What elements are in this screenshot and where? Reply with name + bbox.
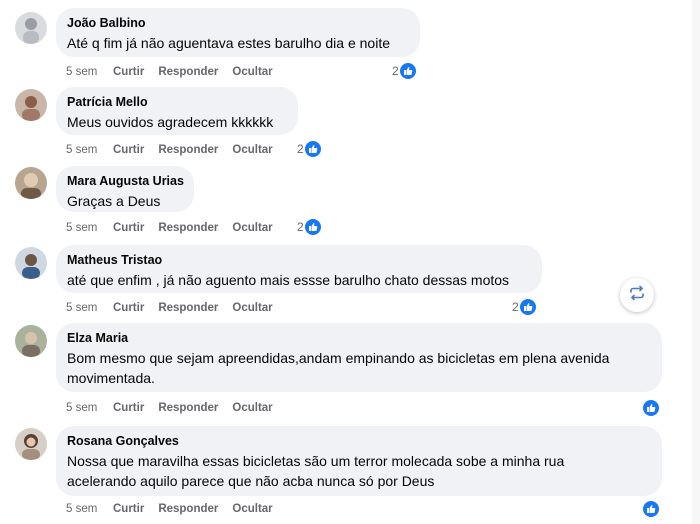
comment-text: Graças a Deus — [67, 193, 161, 209]
reaction-count[interactable]: 2 — [297, 219, 321, 235]
reply-button[interactable]: Responder — [158, 144, 218, 156]
comment-author[interactable]: Mara Augusta Urias — [67, 173, 184, 189]
reaction-count[interactable]: 2 — [512, 299, 536, 315]
comment-text-line: Bom mesmo que sejam apreendidas,andam em… — [67, 350, 610, 366]
comment-actions: 5 sem Curtir Responder Ocultar — [66, 302, 287, 314]
comment-text-line: acelerando aquilo parece que não acba nu… — [67, 473, 435, 489]
comment-text: Bom mesmo que sejam apreendidas,andam em… — [67, 348, 650, 388]
reaction-count[interactable] — [643, 501, 659, 517]
thumbs-up-icon — [304, 219, 321, 235]
like-button[interactable]: Curtir — [113, 222, 144, 234]
comment-text-line: Nossa que maravilha essas bicicletas são… — [67, 453, 565, 469]
hide-button[interactable]: Ocultar — [232, 302, 272, 314]
comment-bubble: Rosana Gonçalves Nossa que maravilha ess… — [56, 426, 662, 496]
comment-author[interactable]: Matheus Tristao — [67, 252, 530, 268]
comment-actions: 5 sem Curtir Responder Ocultar — [66, 222, 287, 234]
page-edge — [692, 0, 700, 524]
comment-bubble: Mara Augusta Urias Graças a Deus — [56, 166, 194, 212]
hide-button[interactable]: Ocultar — [232, 503, 272, 515]
reaction-count[interactable]: 2 — [392, 63, 416, 79]
reply-button[interactable]: Responder — [158, 302, 218, 314]
comment-time[interactable]: 5 sem — [66, 503, 113, 515]
reply-button[interactable]: Responder — [158, 503, 218, 515]
thumbs-up-icon — [399, 63, 416, 79]
avatar[interactable] — [15, 428, 47, 460]
reply-button[interactable]: Responder — [158, 222, 218, 234]
hide-button[interactable]: Ocultar — [232, 222, 272, 234]
comment-actions: 5 sem Curtir Responder Ocultar — [66, 402, 287, 414]
comment-author[interactable]: Elza Maria — [67, 330, 650, 346]
comment-actions: 5 sem Curtir Responder Ocultar — [66, 503, 287, 515]
comment-author[interactable]: Rosana Gonçalves — [67, 433, 650, 449]
comment-time[interactable]: 5 sem — [66, 402, 113, 414]
comment-text: Até q fim já não aguentava estes barulho… — [67, 35, 390, 51]
comment-bubble: Elza Maria Bom mesmo que sejam apreendid… — [56, 323, 662, 392]
comment-text: até que enfim , já não aguento mais esss… — [67, 272, 510, 288]
avatar[interactable] — [15, 325, 47, 357]
thumbs-up-icon — [519, 299, 536, 315]
repost-button[interactable] — [620, 278, 654, 312]
avatar[interactable] — [15, 89, 47, 121]
comment-author[interactable]: João Balbino — [67, 15, 408, 31]
hide-button[interactable]: Ocultar — [232, 402, 272, 414]
comment-time[interactable]: 5 sem — [66, 302, 113, 314]
like-button[interactable]: Curtir — [113, 144, 144, 156]
comment-text: Nossa que maravilha essas bicicletas são… — [67, 451, 650, 491]
comment-bubble: Matheus Tristao até que enfim , já não a… — [56, 245, 542, 293]
reaction-count[interactable]: 2 — [297, 141, 321, 157]
reaction-count[interactable] — [643, 400, 659, 416]
hide-button[interactable]: Ocultar — [232, 66, 272, 78]
avatar[interactable] — [15, 247, 47, 279]
like-button[interactable]: Curtir — [113, 302, 144, 314]
reply-button[interactable]: Responder — [158, 402, 218, 414]
repost-icon — [628, 284, 646, 307]
reaction-number: 2 — [392, 64, 399, 78]
comment-time[interactable]: 5 sem — [66, 144, 113, 156]
comment-author[interactable]: Patrícia Mello — [67, 94, 286, 110]
avatar[interactable] — [15, 167, 47, 199]
comment-text-line: movimentada. — [67, 370, 155, 386]
comment-time[interactable]: 5 sem — [66, 66, 113, 78]
comment-text: Meus ouvidos agradecem kkkkkk — [67, 114, 274, 130]
like-button[interactable]: Curtir — [113, 402, 144, 414]
avatar[interactable] — [15, 12, 47, 44]
hide-button[interactable]: Ocultar — [232, 144, 272, 156]
reply-button[interactable]: Responder — [158, 66, 218, 78]
thumbs-up-icon — [643, 501, 659, 517]
thumbs-up-icon — [643, 400, 659, 416]
comment-time[interactable]: 5 sem — [66, 222, 113, 234]
like-button[interactable]: Curtir — [113, 503, 144, 515]
like-button[interactable]: Curtir — [113, 66, 144, 78]
comment-actions: 5 sem Curtir Responder Ocultar — [66, 66, 287, 78]
reaction-number: 2 — [297, 220, 304, 234]
thumbs-up-icon — [304, 141, 321, 157]
reaction-number: 2 — [297, 142, 304, 156]
comment-bubble: João Balbino Até q fim já não aguentava … — [56, 8, 420, 57]
comment-bubble: Patrícia Mello Meus ouvidos agradecem kk… — [56, 87, 298, 135]
comment-actions: 5 sem Curtir Responder Ocultar — [66, 144, 287, 156]
reaction-number: 2 — [512, 300, 519, 314]
